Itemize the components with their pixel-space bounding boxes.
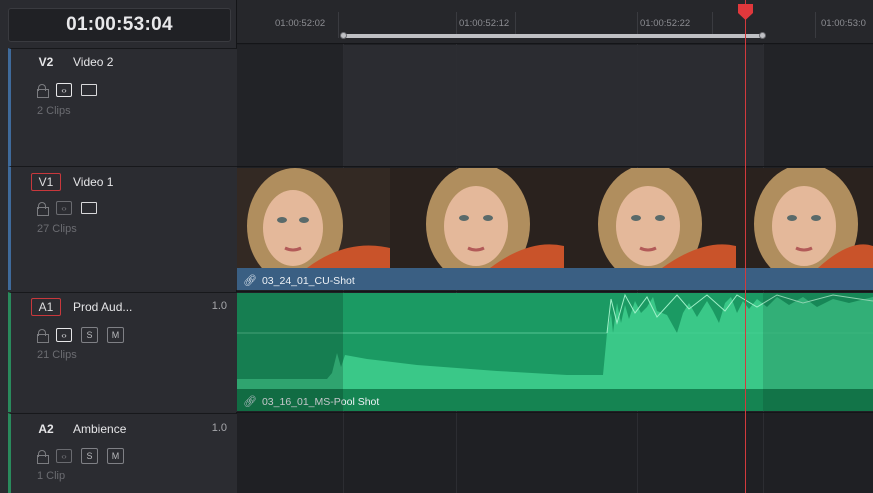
track-name-a1[interactable]: Prod Aud... xyxy=(73,300,132,314)
solo-button-a1[interactable]: S xyxy=(81,327,98,343)
video-clip[interactable]: 🔗︎ 03_24_01_CU-Shot xyxy=(237,168,873,290)
lock-icon[interactable] xyxy=(37,84,49,98)
ruler-label: 01:00:53:0 xyxy=(821,18,866,29)
ruler-label: 01:00:52:02 xyxy=(275,18,326,29)
clip-thumbnail xyxy=(237,168,390,268)
timecode-display[interactable]: 01:00:53:04 xyxy=(8,8,231,42)
track-header-column: 01:00:53:04 V2 Video 2 ‹› 2 Clips V1 Vid… xyxy=(0,0,237,493)
audio-out-of-range-shade xyxy=(763,293,873,411)
audio-out-of-range-shade xyxy=(237,293,343,411)
ruler-label: 01:00:52:12 xyxy=(459,18,510,29)
track-level-a2[interactable]: 1.0 xyxy=(212,422,227,434)
auto-select-icon[interactable]: ‹› xyxy=(56,83,72,97)
track-id-a2[interactable]: A2 xyxy=(31,420,61,438)
video-clip-label: 🔗︎ 03_24_01_CU-Shot xyxy=(243,274,355,288)
clip-count-v2: 2 Clips xyxy=(37,105,71,117)
track-header-a1[interactable]: A1 Prod Aud... 1.0 ‹› S M 21 Clips xyxy=(8,292,237,412)
solo-button-a2[interactable]: S xyxy=(81,448,98,464)
auto-select-icon[interactable]: ‹› xyxy=(56,201,72,215)
track-header-v2[interactable]: V2 Video 2 ‹› 2 Clips xyxy=(8,48,237,166)
timeline-ruler[interactable]: 01:00:52:02 01:00:52:12 01:00:52:22 01:0… xyxy=(237,0,873,44)
track-header-a2[interactable]: A2 Ambience 1.0 ‹› S M 1 Clip xyxy=(8,413,237,493)
monitor-icon[interactable] xyxy=(81,202,97,214)
lock-icon[interactable] xyxy=(37,329,49,343)
timeline-area[interactable]: 01:00:52:02 01:00:52:12 01:00:52:22 01:0… xyxy=(237,0,873,493)
lock-icon[interactable] xyxy=(37,450,49,464)
track-name-a2[interactable]: Ambience xyxy=(73,422,126,436)
lane-divider xyxy=(237,412,873,413)
track-name-v1[interactable]: Video 1 xyxy=(73,175,113,189)
mute-button-a1[interactable]: M xyxy=(107,327,124,343)
track-header-v1[interactable]: V1 Video 1 ‹› 27 Clips xyxy=(8,166,237,290)
track-id-v2[interactable]: V2 xyxy=(31,53,61,71)
clip-thumbnail xyxy=(736,168,873,268)
clip-thumbnail xyxy=(390,168,564,268)
monitor-icon[interactable] xyxy=(81,84,97,96)
auto-select-icon[interactable]: ‹› xyxy=(56,449,72,463)
link-icon: 🔗︎ xyxy=(243,275,257,287)
ruler-label: 01:00:52:22 xyxy=(640,18,691,29)
mute-button-a2[interactable]: M xyxy=(107,448,124,464)
video-clip-name: 03_24_01_CU-Shot xyxy=(261,274,355,287)
clip-thumbnail xyxy=(564,168,736,268)
auto-select-icon[interactable]: ‹› xyxy=(56,328,72,342)
playhead[interactable] xyxy=(738,0,753,493)
track-id-v1[interactable]: V1 xyxy=(31,173,61,191)
clip-count-a2: 1 Clip xyxy=(37,470,66,482)
track-name-v2[interactable]: Video 2 xyxy=(73,55,113,69)
clip-count-v1: 27 Clips xyxy=(37,223,77,235)
in-out-range xyxy=(343,45,763,166)
track-level-a1[interactable]: 1.0 xyxy=(212,300,227,312)
zoom-handle-right[interactable] xyxy=(759,32,766,39)
lock-icon[interactable] xyxy=(37,202,49,216)
playhead-marker-icon[interactable] xyxy=(738,4,753,20)
zoom-handle-left[interactable] xyxy=(340,32,347,39)
clip-count-a1: 21 Clips xyxy=(37,349,77,361)
track-id-a1[interactable]: A1 xyxy=(31,298,61,316)
lane-divider xyxy=(237,166,873,167)
ruler-tick xyxy=(815,12,816,38)
lane-divider xyxy=(237,291,873,292)
ruler-tick xyxy=(338,12,339,38)
timeline-zoom-scrollbar[interactable] xyxy=(340,32,766,39)
